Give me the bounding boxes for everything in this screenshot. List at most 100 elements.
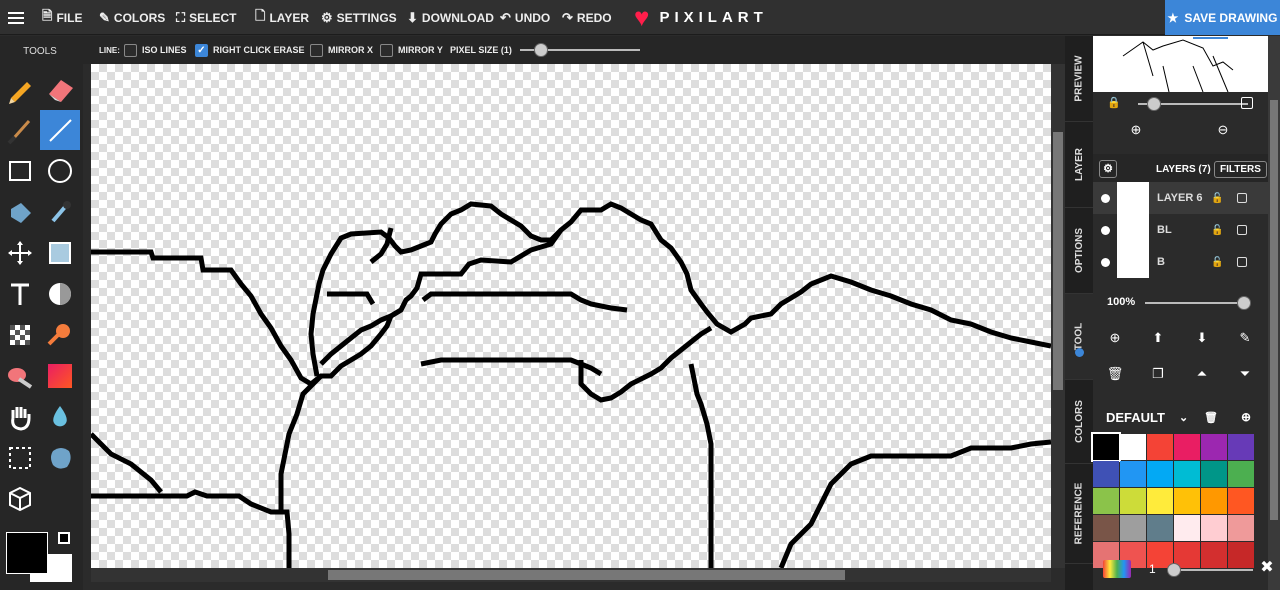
tab-layer[interactable]: LAYER bbox=[1065, 122, 1093, 208]
layer-lock-icon[interactable]: 🔓 bbox=[1211, 193, 1223, 204]
right-click-erase-option[interactable]: ✓ RIGHT CLICK ERASE bbox=[195, 36, 305, 64]
palette-dropdown-chevron-icon[interactable]: ⌄ bbox=[1179, 411, 1188, 424]
layer-visibility-icon[interactable] bbox=[1101, 193, 1110, 203]
shade-tool[interactable] bbox=[40, 233, 80, 273]
merge-down-icon[interactable]: ⏷ bbox=[1235, 366, 1255, 382]
tab-options[interactable]: OPTIONS bbox=[1065, 208, 1093, 294]
palette-swatch[interactable] bbox=[1201, 542, 1227, 568]
preview-zoom-handle[interactable] bbox=[1147, 97, 1161, 111]
layer-opacity-handle[interactable] bbox=[1237, 296, 1251, 310]
merge-up-icon[interactable]: ⏶ bbox=[1192, 366, 1212, 382]
brush-size-handle[interactable] bbox=[1167, 563, 1181, 577]
palette-name[interactable]: DEFAULT bbox=[1106, 410, 1165, 425]
palette-swatch[interactable] bbox=[1201, 515, 1227, 541]
primary-color-swatch[interactable] bbox=[6, 532, 48, 574]
palette-swatch[interactable] bbox=[1228, 488, 1254, 514]
palette-swatch[interactable] bbox=[1201, 434, 1227, 460]
add-palette-icon[interactable]: ⊕ bbox=[1241, 410, 1251, 424]
layer-select-box[interactable] bbox=[1237, 225, 1247, 235]
selection-tool[interactable] bbox=[0, 438, 40, 478]
eyedropper-tool[interactable] bbox=[40, 192, 80, 232]
mirror-y-checkbox[interactable] bbox=[380, 43, 393, 57]
right-panel-scroll-thumb[interactable] bbox=[1270, 100, 1278, 520]
iso-lines-option[interactable]: ISO LINES bbox=[124, 36, 187, 64]
close-panel-icon[interactable]: ✖ bbox=[1257, 557, 1277, 577]
magic-wand-tool[interactable] bbox=[40, 438, 80, 478]
custom-color-icon[interactable] bbox=[1103, 560, 1131, 578]
palette-swatch[interactable] bbox=[1228, 434, 1254, 460]
blur-tool[interactable] bbox=[40, 397, 80, 437]
gradient-tool[interactable] bbox=[40, 356, 80, 396]
layer-settings-icon[interactable]: ⚙ bbox=[1099, 160, 1117, 178]
pattern-tool[interactable] bbox=[0, 315, 40, 355]
horizontal-scroll-thumb[interactable] bbox=[328, 570, 845, 580]
drawing-preview[interactable] bbox=[1093, 36, 1268, 92]
layer-row[interactable]: BL 🔓 bbox=[1093, 214, 1268, 246]
palette-swatch[interactable] bbox=[1174, 461, 1200, 487]
vertical-scroll-thumb[interactable] bbox=[1053, 132, 1063, 390]
colors-menu[interactable]: ✎ COLORS bbox=[99, 0, 165, 35]
redo-button[interactable]: ↷ REDO bbox=[562, 0, 612, 35]
layer-opacity-slider[interactable] bbox=[1145, 302, 1249, 304]
preview-lock-icon[interactable]: 🔒 bbox=[1107, 96, 1121, 109]
palette-swatch[interactable] bbox=[1228, 515, 1254, 541]
pencil-tool[interactable] bbox=[0, 69, 40, 109]
3d-tool[interactable] bbox=[0, 479, 40, 519]
layer-visibility-icon[interactable] bbox=[1101, 225, 1110, 235]
line-tool[interactable] bbox=[40, 110, 80, 150]
tab-colors[interactable]: COLORS bbox=[1065, 380, 1093, 464]
palette-swatch[interactable] bbox=[1147, 515, 1173, 541]
zoom-out-icon[interactable]: ⊖ bbox=[1213, 122, 1233, 138]
brush-tool[interactable] bbox=[0, 110, 40, 150]
layer-visibility-icon[interactable] bbox=[1101, 257, 1110, 267]
save-drawing-button[interactable]: ★ SAVE DRAWING bbox=[1165, 0, 1280, 35]
palette-swatch[interactable] bbox=[1147, 461, 1173, 487]
canvas-vertical-scrollbar[interactable] bbox=[1051, 64, 1065, 568]
dither-tool[interactable] bbox=[40, 274, 80, 314]
download-menu[interactable]: ⬇ DOWNLOAD bbox=[407, 0, 494, 35]
delete-layer-icon[interactable]: 🗑 bbox=[1105, 366, 1125, 382]
fill-tool[interactable] bbox=[0, 192, 40, 232]
file-menu[interactable]: 🗎 FILE bbox=[42, 0, 82, 35]
palette-swatch[interactable] bbox=[1120, 461, 1146, 487]
palette-swatch[interactable] bbox=[1091, 432, 1121, 462]
delete-palette-icon[interactable]: 🗑 bbox=[1204, 411, 1218, 424]
tab-preview[interactable]: PREVIEW bbox=[1065, 36, 1093, 122]
eraser-tool[interactable] bbox=[40, 69, 80, 109]
filters-button[interactable]: FILTERS bbox=[1214, 160, 1267, 178]
undo-button[interactable]: ↶ UNDO bbox=[500, 0, 550, 35]
hamburger-menu-icon[interactable] bbox=[8, 9, 24, 25]
move-layer-up-icon[interactable]: ⬆ bbox=[1148, 330, 1168, 346]
palette-swatch[interactable] bbox=[1147, 434, 1173, 460]
right-click-erase-checkbox[interactable]: ✓ bbox=[195, 43, 208, 57]
layer-lock-icon[interactable]: 🔓 bbox=[1211, 225, 1223, 236]
stamp-tool[interactable] bbox=[40, 315, 80, 355]
mirror-y-option[interactable]: MIRROR Y bbox=[380, 36, 443, 64]
text-tool[interactable] bbox=[0, 274, 40, 314]
move-layer-down-icon[interactable]: ⬇ bbox=[1192, 330, 1212, 346]
mirror-x-option[interactable]: MIRROR X bbox=[310, 36, 373, 64]
move-tool[interactable] bbox=[0, 233, 40, 273]
tab-tool[interactable]: TOOL bbox=[1065, 294, 1093, 380]
pan-tool[interactable] bbox=[0, 397, 40, 437]
color-eraser-tool[interactable] bbox=[0, 356, 40, 396]
palette-swatch[interactable] bbox=[1120, 515, 1146, 541]
layer-menu[interactable]: 🗋 LAYER bbox=[255, 0, 309, 35]
tab-reference[interactable]: REFERENCE bbox=[1065, 464, 1093, 564]
palette-swatch[interactable] bbox=[1093, 488, 1119, 514]
palette-swatch[interactable] bbox=[1093, 515, 1119, 541]
layer-lock-icon[interactable]: 🔓 bbox=[1211, 257, 1223, 268]
add-layer-icon[interactable]: ⊕ bbox=[1105, 330, 1125, 346]
edit-layer-icon[interactable]: ✎ bbox=[1235, 330, 1255, 346]
palette-swatch[interactable] bbox=[1228, 542, 1254, 568]
select-menu[interactable]: ⛶ SELECT bbox=[176, 0, 236, 35]
pixilart-logo[interactable]: ♥ PIXILART bbox=[634, 4, 768, 30]
iso-lines-checkbox[interactable] bbox=[124, 43, 137, 57]
rectangle-tool[interactable] bbox=[0, 151, 40, 191]
settings-menu[interactable]: ⚙ SETTINGS bbox=[321, 0, 397, 35]
palette-swatch[interactable] bbox=[1174, 434, 1200, 460]
palette-swatch[interactable] bbox=[1174, 488, 1200, 514]
brush-size-slider[interactable] bbox=[1173, 569, 1253, 571]
layer-select-box[interactable] bbox=[1237, 193, 1247, 203]
pixel-size-slider-handle[interactable] bbox=[534, 43, 548, 57]
